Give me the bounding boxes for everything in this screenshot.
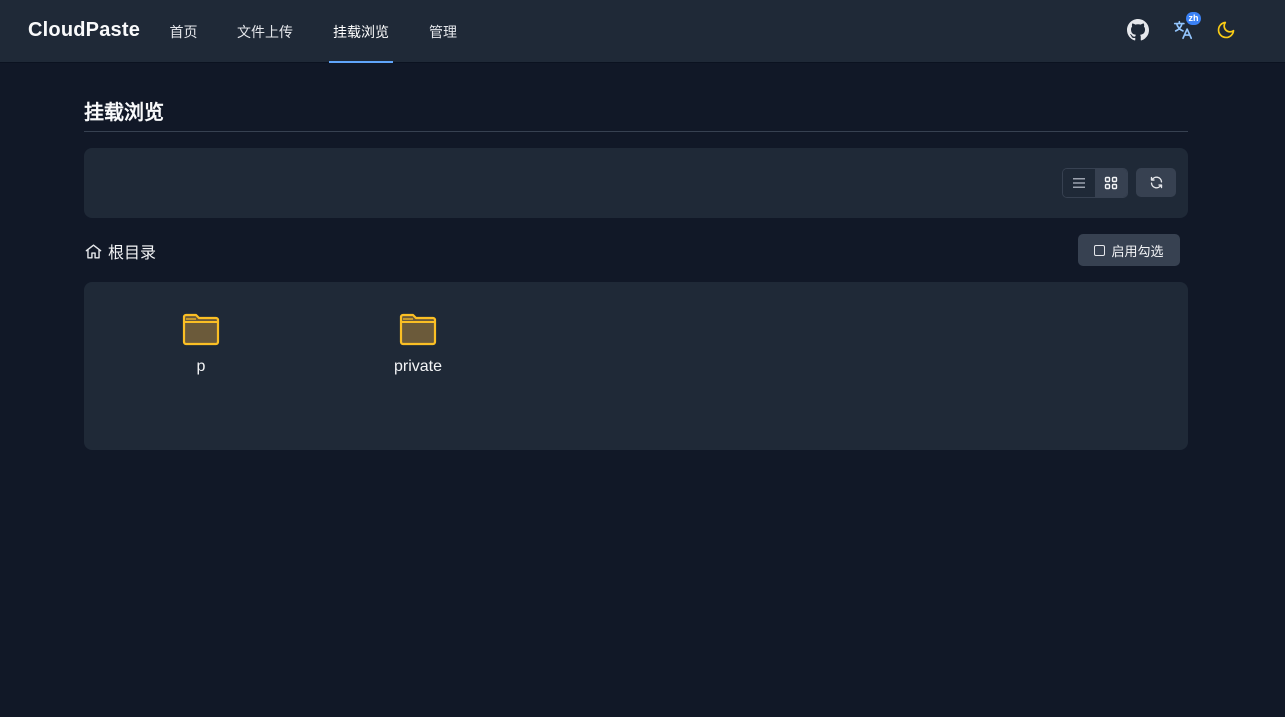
brand-logo[interactable]: CloudPaste [28, 19, 140, 42]
enable-select-label: 启用勾选 [1111, 243, 1164, 259]
breadcrumb[interactable]: 根目录 [84, 240, 156, 262]
language-badge: zh [1186, 12, 1201, 25]
folder-name: private [393, 358, 443, 375]
nav-home-label: 首页 [169, 23, 198, 40]
nav-admin-label: 管理 [429, 23, 457, 40]
top-nav-bar: CloudPaste 首页 文件上传 挂载浏览 管理 zh [0, 0, 1285, 63]
folder-name: p [196, 358, 206, 375]
nav-mount-browse-label: 挂载浏览 [333, 23, 389, 40]
nav-upload-label: 文件上传 [237, 23, 293, 40]
grid-icon [1104, 176, 1118, 190]
checkbox-icon [1094, 244, 1106, 256]
refresh-icon [1150, 176, 1162, 189]
breadcrumb-root-label: 根目录 [108, 245, 157, 262]
page-title: 挂载浏览 [84, 102, 164, 124]
title-divider [84, 131, 1188, 132]
github-icon[interactable] [1125, 17, 1151, 43]
list-icon [1073, 178, 1085, 188]
refresh-button[interactable] [1136, 168, 1176, 197]
nav-upload[interactable]: 文件上传 [233, 0, 297, 63]
nav-admin[interactable]: 管理 [425, 0, 461, 63]
moon-icon[interactable] [1213, 17, 1239, 43]
grid-view-button[interactable] [1095, 169, 1127, 197]
list-view-button[interactable] [1063, 169, 1095, 197]
enable-select-button[interactable]: 启用勾选 [1078, 234, 1180, 266]
view-mode-toggle [1062, 168, 1128, 198]
folder-tile[interactable]: private [358, 312, 478, 392]
folder-icon [182, 313, 220, 346]
folder-tile[interactable]: p [141, 312, 261, 392]
folder-icon [399, 313, 437, 346]
toolbar [84, 148, 1188, 218]
nav-mount-browse[interactable]: 挂载浏览 [329, 0, 393, 63]
file-grid: p private [84, 282, 1188, 450]
nav-home[interactable]: 首页 [165, 0, 202, 63]
home-icon [85, 243, 102, 259]
